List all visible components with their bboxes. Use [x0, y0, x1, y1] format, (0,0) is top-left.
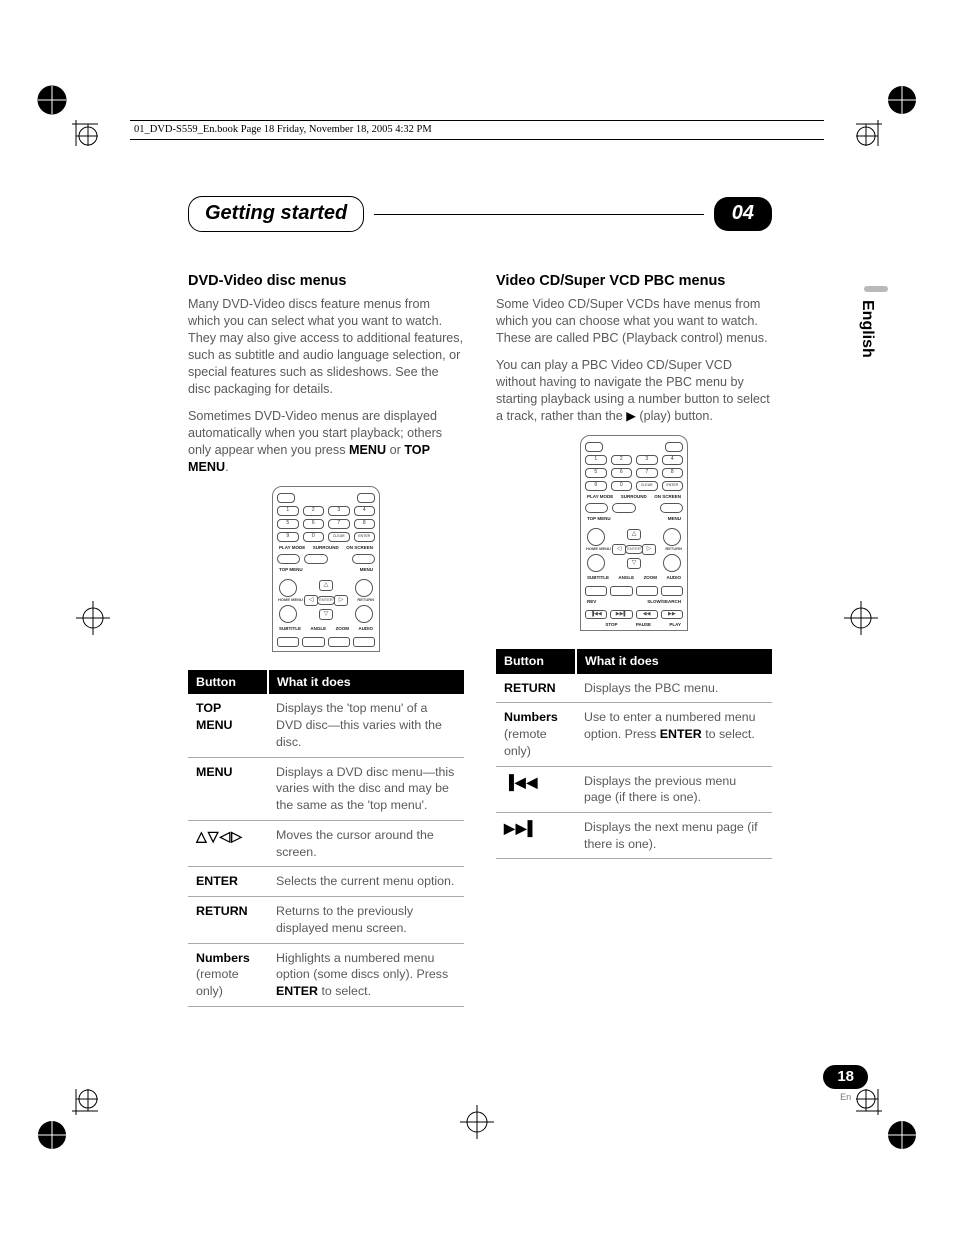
title-rule — [374, 214, 704, 215]
paragraph: Many DVD-Video discs feature menus from … — [188, 296, 464, 398]
crop-mark-bottom-left — [36, 1089, 98, 1151]
th-button: Button — [496, 649, 576, 674]
key-menu: MENU — [349, 443, 386, 457]
registration-mark-right — [838, 595, 884, 641]
table-row: ENTERSelects the current menu option. — [188, 867, 464, 897]
heading-vcd-pbc: Video CD/Super VCD PBC menus — [496, 272, 772, 292]
language-tab-bar — [864, 286, 888, 292]
table-row: ▶▶▌Displays the next menu page (if there… — [496, 813, 772, 859]
paragraph: Some Video CD/Super VCDs have menus from… — [496, 296, 772, 347]
table-dvd-buttons: Button What it does TOP MENUDisplays the… — [188, 670, 464, 1007]
table-row: △▽◁▷Moves the cursor around the screen. — [188, 820, 464, 866]
table-row: Numbers(remote only) Highlights a number… — [188, 943, 464, 1006]
page-number: 18 — [823, 1065, 868, 1089]
paragraph: Sometimes DVD-Video menus are displayed … — [188, 408, 464, 476]
table-row: RETURNReturns to the previously displaye… — [188, 897, 464, 943]
crop-mark-top-left — [36, 84, 98, 146]
chapter-title: Getting started — [188, 196, 364, 232]
table-row: Numbers(remote only) Use to enter a numb… — [496, 703, 772, 766]
prev-track-icon: ▐◀◀ — [496, 766, 576, 812]
page-locale: En — [823, 1091, 868, 1103]
table-row: TOP MENUDisplays the 'top menu' of a DVD… — [188, 694, 464, 757]
th-what: What it does — [268, 670, 464, 695]
registration-mark-bottom — [454, 1099, 500, 1145]
next-track-icon: ▶▶▌ — [496, 813, 576, 859]
heading-dvd-menus: DVD-Video disc menus — [188, 272, 464, 292]
crop-mark-top-right — [856, 84, 918, 146]
page-number-badge: 18 En — [823, 1065, 868, 1103]
play-icon: ▶ — [626, 409, 636, 423]
table-row: RETURNDisplays the PBC menu. — [496, 674, 772, 703]
chapter-title-bar: Getting started 04 — [188, 196, 772, 232]
table-row: ▐◀◀Displays the previous menu page (if t… — [496, 766, 772, 812]
language-tab: English — [856, 300, 878, 358]
th-button: Button — [188, 670, 268, 695]
text: or — [386, 443, 404, 457]
text: (play) button. — [636, 409, 713, 423]
table-vcd-buttons: Button What it does RETURNDisplays the P… — [496, 649, 772, 860]
column-right: Video CD/Super VCD PBC menus Some Video … — [496, 272, 772, 1007]
column-left: DVD-Video disc menus Many DVD-Video disc… — [188, 272, 464, 1007]
paragraph: You can play a PBC Video CD/Super VCD wi… — [496, 357, 772, 425]
th-what: What it does — [576, 649, 772, 674]
arrows-icon: △▽◁▷ — [188, 820, 268, 866]
table-row: MENUDisplays a DVD disc menu—this varies… — [188, 757, 464, 820]
chapter-number-badge: 04 — [714, 197, 772, 231]
remote-diagram-2: 1234 5678 90CLEARENTER PLAY MODESURROUND… — [580, 435, 688, 631]
remote-diagram-1: 1234 5678 90CLEARENTER PLAY MODESURROUND… — [272, 486, 380, 652]
text: . — [225, 460, 229, 474]
registration-mark-left — [70, 595, 116, 641]
page-content: Getting started 04 DVD-Video disc menus … — [188, 196, 772, 1007]
print-header: 01_DVD-S559_En.book Page 18 Friday, Nove… — [130, 120, 824, 140]
